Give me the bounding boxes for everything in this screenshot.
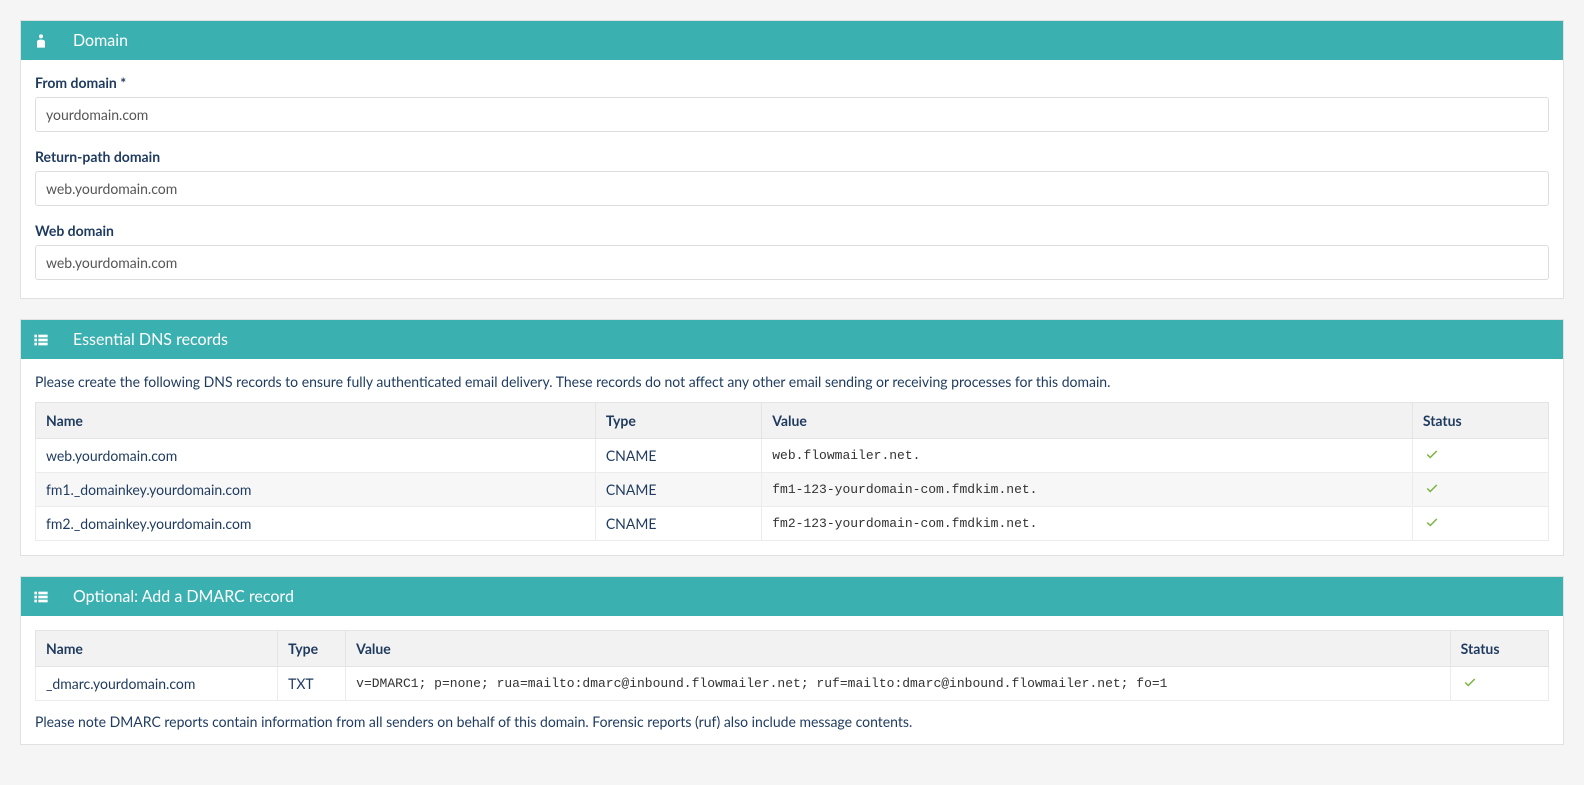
dmarc-header-name: Name [36, 631, 278, 667]
dns-cell-status [1412, 439, 1548, 473]
dns-header-status: Status [1412, 403, 1548, 439]
domain-panel-title: Domain [73, 31, 128, 50]
dns-panel-body: Please create the following DNS records … [21, 359, 1563, 555]
check-icon [1423, 447, 1441, 461]
table-row: fm1._domainkey.yourdomain.comCNAMEfm1-12… [36, 473, 1549, 507]
table-row: web.yourdomain.comCNAMEweb.flowmailer.ne… [36, 439, 1549, 473]
domain-panel: Domain From domain * Return-path domain … [20, 20, 1564, 299]
dns-cell-status [1412, 507, 1548, 541]
dmarc-panel: Optional: Add a DMARC record Name Type V… [20, 576, 1564, 745]
list-icon [33, 589, 49, 605]
dmarc-cell-type: TXT [278, 667, 346, 701]
dns-cell-value: web.flowmailer.net. [762, 439, 1413, 473]
person-icon [33, 33, 49, 49]
from-domain-input[interactable] [35, 97, 1549, 132]
domain-panel-body: From domain * Return-path domain Web dom… [21, 60, 1563, 298]
dns-cell-type: CNAME [595, 473, 761, 507]
dmarc-header-type: Type [278, 631, 346, 667]
dns-panel-title: Essential DNS records [73, 330, 228, 349]
dns-cell-type: CNAME [595, 439, 761, 473]
from-domain-group: From domain * [35, 74, 1549, 132]
dmarc-records-table: Name Type Value Status _dmarc.yourdomain… [35, 630, 1549, 701]
dns-intro-text: Please create the following DNS records … [35, 373, 1549, 390]
dmarc-cell-value: v=DMARC1; p=none; rua=mailto:dmarc@inbou… [346, 667, 1450, 701]
return-path-input[interactable] [35, 171, 1549, 206]
table-row: _dmarc.yourdomain.comTXTv=DMARC1; p=none… [36, 667, 1549, 701]
web-domain-label: Web domain [35, 222, 1549, 239]
dns-cell-name: web.yourdomain.com [36, 439, 596, 473]
dns-cell-type: CNAME [595, 507, 761, 541]
dns-header-name: Name [36, 403, 596, 439]
dmarc-footer-text: Please note DMARC reports contain inform… [35, 713, 1549, 730]
dmarc-cell-status [1450, 667, 1548, 701]
dns-cell-name: fm1._domainkey.yourdomain.com [36, 473, 596, 507]
dns-cell-value: fm1-123-yourdomain-com.fmdkim.net. [762, 473, 1413, 507]
web-domain-input[interactable] [35, 245, 1549, 280]
web-domain-group: Web domain [35, 222, 1549, 280]
domain-panel-header: Domain [21, 21, 1563, 60]
check-icon [1423, 515, 1441, 529]
dns-table-header-row: Name Type Value Status [36, 403, 1549, 439]
table-row: fm2._domainkey.yourdomain.comCNAMEfm2-12… [36, 507, 1549, 541]
dns-panel: Essential DNS records Please create the … [20, 319, 1564, 556]
dmarc-table-header-row: Name Type Value Status [36, 631, 1549, 667]
dns-header-value: Value [762, 403, 1413, 439]
dmarc-panel-header: Optional: Add a DMARC record [21, 577, 1563, 616]
return-path-group: Return-path domain [35, 148, 1549, 206]
dns-records-table: Name Type Value Status web.yourdomain.co… [35, 402, 1549, 541]
dmarc-panel-body: Name Type Value Status _dmarc.yourdomain… [21, 616, 1563, 744]
from-domain-label: From domain * [35, 74, 1549, 91]
return-path-label: Return-path domain [35, 148, 1549, 165]
dns-cell-status [1412, 473, 1548, 507]
dmarc-cell-name: _dmarc.yourdomain.com [36, 667, 278, 701]
dns-cell-value: fm2-123-yourdomain-com.fmdkim.net. [762, 507, 1413, 541]
dmarc-panel-title: Optional: Add a DMARC record [73, 587, 294, 606]
dmarc-header-value: Value [346, 631, 1450, 667]
dns-cell-name: fm2._domainkey.yourdomain.com [36, 507, 596, 541]
list-icon [33, 332, 49, 348]
check-icon [1461, 675, 1479, 689]
check-icon [1423, 481, 1441, 495]
dns-panel-header: Essential DNS records [21, 320, 1563, 359]
dns-header-type: Type [595, 403, 761, 439]
dmarc-header-status: Status [1450, 631, 1548, 667]
